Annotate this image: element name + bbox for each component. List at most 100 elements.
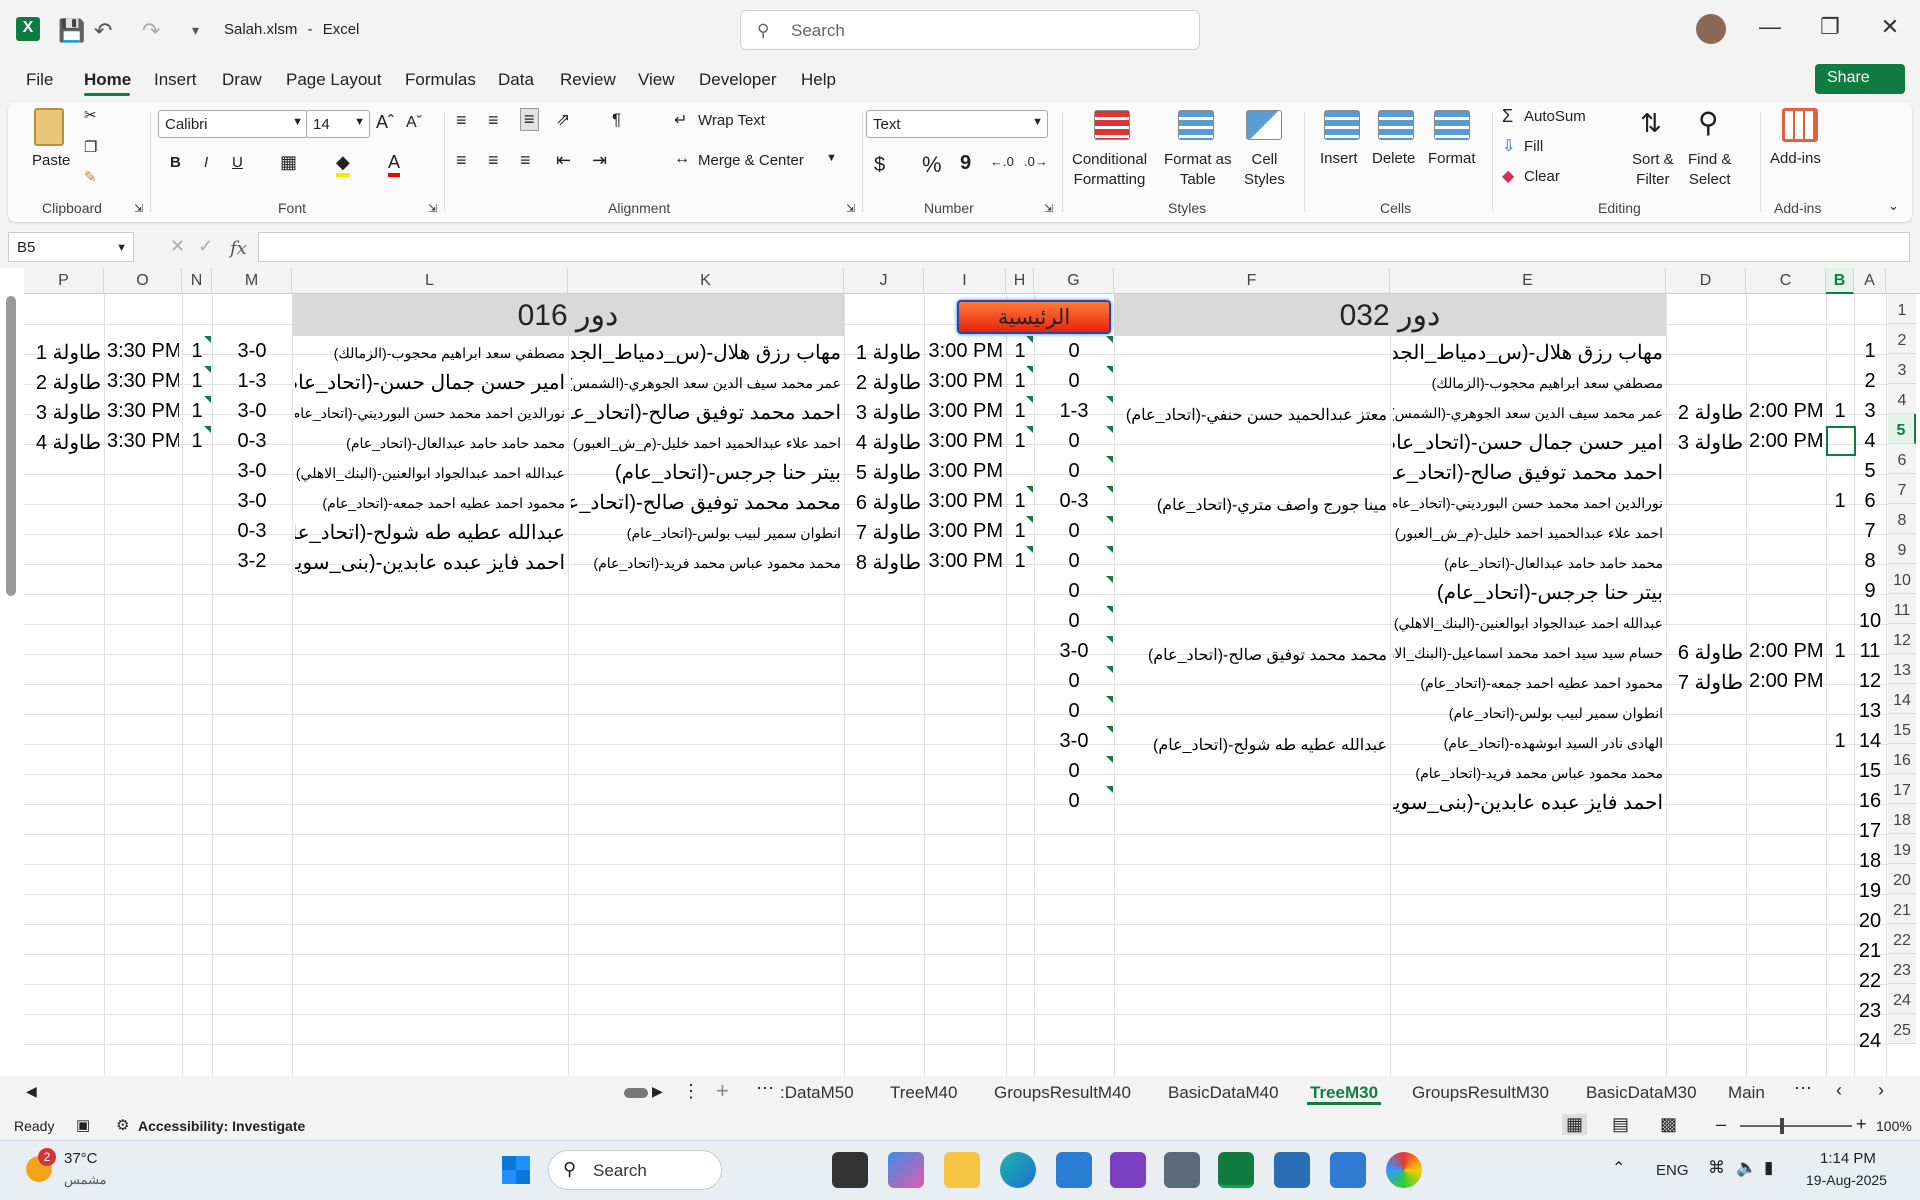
player-name-cell[interactable]: احمد فايز عبده عابدين-(بنى_سويف): [295, 546, 565, 576]
player-name-cell[interactable]: عبدالله احمد عبدالجواد ابوالعنين-(البنك_…: [295, 456, 565, 486]
cell-a[interactable]: 6: [1857, 486, 1883, 516]
time-cell[interactable]: 3:00 PM: [927, 456, 1003, 486]
menu-review[interactable]: Review: [560, 70, 616, 90]
score-cell[interactable]: 3-2: [215, 546, 289, 576]
add-ins-icon[interactable]: [1782, 108, 1818, 142]
conditional-formatting-icon[interactable]: [1094, 110, 1130, 140]
column-header-d[interactable]: D: [1666, 268, 1746, 294]
menu-formulas[interactable]: Formulas: [405, 70, 476, 90]
column-header-o[interactable]: O: [104, 268, 182, 294]
player-name-cell[interactable]: مصطفي سعد ابراهيم محجوب-(الزمالك): [1393, 366, 1663, 396]
player-name-cell[interactable]: امير حسن جمال حسن-(اتحاد_عام): [295, 366, 565, 396]
player-name-cell[interactable]: محمد محمد توفيق صالح-(اتحاد_عام): [1117, 636, 1387, 666]
underline-button[interactable]: U: [232, 154, 243, 171]
table-cell[interactable]: طاولة 1: [847, 336, 921, 366]
menu-help[interactable]: Help: [801, 70, 836, 90]
shrink-font-icon[interactable]: Aˇ: [406, 114, 422, 132]
clear-button[interactable]: Clear: [1524, 168, 1560, 185]
score-cell[interactable]: 3-0: [215, 486, 289, 516]
row-header[interactable]: 20: [1888, 864, 1916, 894]
align-right-icon[interactable]: ≡: [520, 150, 531, 171]
enter-formula-icon[interactable]: ✓: [198, 236, 213, 257]
row-header[interactable]: 21: [1888, 894, 1916, 924]
align-middle-icon[interactable]: ≡: [488, 110, 499, 131]
cut-icon[interactable]: ✂: [84, 106, 97, 124]
insert-function-button[interactable]: fx: [230, 238, 247, 259]
player-name-cell[interactable]: مهاب رزق هلال-(س_دمياط_الجديدة): [571, 336, 841, 366]
cancel-formula-icon[interactable]: ✕: [170, 236, 185, 257]
borders-icon[interactable]: ▦: [280, 152, 297, 173]
cell-a[interactable]: 8: [1857, 546, 1883, 576]
more-options-icon[interactable]: ⋮: [682, 1081, 700, 1102]
collapse-ribbon-icon[interactable]: ⌄: [1888, 198, 1899, 214]
zoom-out-icon[interactable]: –: [1716, 1114, 1726, 1135]
zoom-slider[interactable]: [1740, 1125, 1852, 1127]
score-cell[interactable]: 3-0: [215, 456, 289, 486]
increase-indent-icon[interactable]: ⇥: [592, 150, 607, 171]
player-name-cell[interactable]: انطوان سمير لبيب بولس-(اتحاد_عام): [571, 516, 841, 546]
player-name-cell[interactable]: نورالدين احمد محمد حسن البورديني-(اتحاد_…: [295, 396, 565, 426]
cell-a[interactable]: 23: [1857, 996, 1883, 1026]
table-cell[interactable]: طاولة 4: [27, 426, 101, 456]
cell-a[interactable]: 7: [1857, 516, 1883, 546]
tray-chevron-icon[interactable]: ⌃: [1612, 1158, 1625, 1178]
close-icon[interactable]: ✕: [1870, 14, 1910, 40]
table-cell[interactable]: طاولة 5: [847, 456, 921, 486]
comma-button[interactable]: 9: [960, 152, 971, 175]
powershell-icon[interactable]: [1274, 1152, 1310, 1188]
menu-draw[interactable]: Draw: [222, 70, 262, 90]
player-name-cell[interactable]: عمر محمد سيف الدين سعد الجوهري-(الشمس): [571, 366, 841, 396]
prev-sheet-icon[interactable]: ‹: [1836, 1080, 1842, 1101]
flag-cell[interactable]: 1: [1829, 636, 1851, 666]
score-cell[interactable]: 0: [1037, 786, 1111, 816]
menu-file[interactable]: File: [26, 70, 53, 90]
edge-icon[interactable]: [1000, 1152, 1036, 1188]
score-cell[interactable]: 3-0: [215, 336, 289, 366]
score-cell[interactable]: 0: [1037, 336, 1111, 366]
column-header-e[interactable]: E: [1390, 268, 1666, 294]
clipboard-launcher-icon[interactable]: ⇲: [134, 202, 143, 215]
conditional-formatting-button[interactable]: Conditional Formatting: [1072, 150, 1147, 190]
player-name-cell[interactable]: محمد محمد توفيق صالح-(اتحاد_عام): [571, 486, 841, 516]
search-input[interactable]: ⚲ Search: [740, 10, 1200, 50]
player-name-cell[interactable]: مينا جورج واصف متري-(اتحاد_عام): [1117, 486, 1387, 516]
row-header[interactable]: 24: [1888, 984, 1916, 1014]
sort-filter-icon[interactable]: ⇅: [1640, 108, 1662, 139]
player-name-cell[interactable]: امير حسن جمال حسن-(اتحاد_عام): [1393, 426, 1663, 456]
format-as-table-button[interactable]: Format as Table: [1164, 150, 1232, 190]
column-header-c[interactable]: C: [1746, 268, 1826, 294]
autosum-button[interactable]: AutoSum: [1524, 108, 1586, 125]
column-header-n[interactable]: N: [182, 268, 212, 294]
time-cell[interactable]: 3:30 PM: [107, 426, 179, 456]
row-header[interactable]: 2: [1888, 324, 1916, 354]
add-sheet-icon[interactable]: +: [716, 1078, 729, 1104]
battery-icon[interactable]: ▮: [1764, 1158, 1773, 1178]
row-header[interactable]: 3: [1888, 354, 1916, 384]
player-name-cell[interactable]: معتز عبدالحميد حسن حنفي-(اتحاد_عام): [1117, 396, 1387, 426]
row-header[interactable]: 8: [1888, 504, 1916, 534]
menu-home[interactable]: Home: [84, 70, 131, 90]
format-painter-icon[interactable]: ✎: [84, 168, 97, 186]
score-cell[interactable]: 1-3: [215, 366, 289, 396]
table-cell[interactable]: طاولة 3: [1669, 426, 1743, 456]
find-select-button[interactable]: Find & Select: [1688, 150, 1731, 190]
player-name-cell[interactable]: محمد حامد حامد عبدالعال-(اتحاد_عام): [1393, 546, 1663, 576]
score-cell[interactable]: 0: [1037, 366, 1111, 396]
score-cell[interactable]: 3-0: [1037, 636, 1111, 666]
cell-a[interactable]: 12: [1857, 666, 1883, 696]
time-cell[interactable]: 3:00 PM: [927, 546, 1003, 576]
row-header[interactable]: 13: [1888, 654, 1916, 684]
column-header-p[interactable]: P: [24, 268, 104, 294]
find-select-icon[interactable]: ⚲: [1698, 106, 1719, 139]
player-name-cell[interactable]: محمود احمد عطيه احمد جمعه-(اتحاد_عام): [1393, 666, 1663, 696]
flag-cell[interactable]: 1: [1829, 726, 1851, 756]
score-cell[interactable]: 0: [1037, 756, 1111, 786]
player-name-cell[interactable]: مصطفي سعد ابراهيم محجوب-(الزمالك): [295, 336, 565, 366]
sheet-tab-groupsresultm40[interactable]: GroupsResultM40: [994, 1083, 1131, 1103]
alignment-launcher-icon[interactable]: ⇲: [846, 202, 855, 215]
row-header[interactable]: 7: [1888, 474, 1916, 504]
row-header[interactable]: 25: [1888, 1014, 1916, 1044]
time-cell[interactable]: 3:30 PM: [107, 366, 179, 396]
cell-a[interactable]: 18: [1857, 846, 1883, 876]
cell-a[interactable]: 9: [1857, 576, 1883, 606]
